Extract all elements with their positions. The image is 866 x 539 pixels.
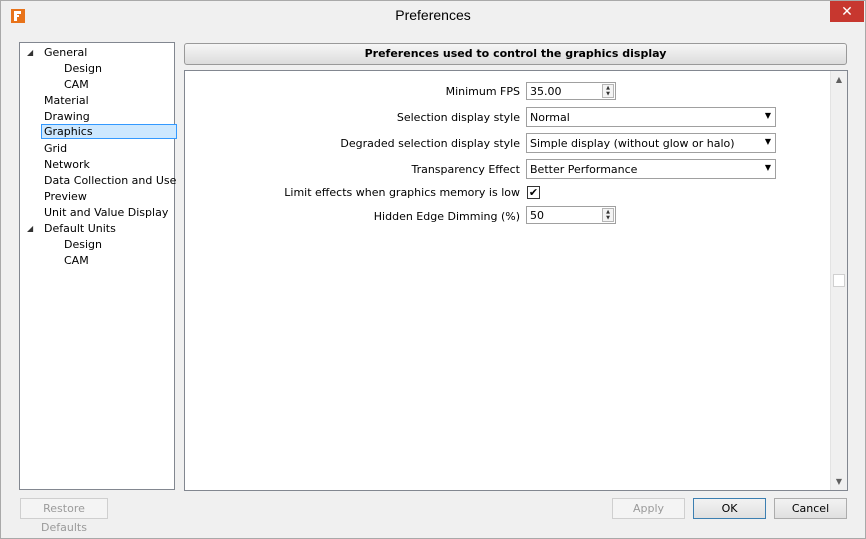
edge-dimming-value: 50 <box>530 209 544 222</box>
tree-item-preview[interactable]: Preview <box>42 189 89 204</box>
chevron-down-icon: ▼ <box>764 137 771 146</box>
transparency-dropdown[interactable]: Better Performance ▼ <box>526 159 776 179</box>
min-fps-value: 35.00 <box>530 85 562 98</box>
limit-effects-checkbox[interactable]: ✔ <box>527 186 540 199</box>
tree-item-general[interactable]: General <box>42 45 89 60</box>
tree-item-default-units-cam[interactable]: CAM <box>62 253 91 268</box>
tree-item-unit-value-display[interactable]: Unit and Value Display <box>42 205 170 220</box>
spin-down-icon[interactable]: ▼ <box>603 91 613 97</box>
collapse-default-units-icon[interactable]: ◢ <box>27 224 33 233</box>
tree-item-default-units[interactable]: Default Units <box>42 221 118 236</box>
checkmark-icon: ✔ <box>528 186 539 199</box>
tree-item-material[interactable]: Material <box>42 93 91 108</box>
tree-item-general-design[interactable]: Design <box>62 61 104 76</box>
selection-style-dropdown[interactable]: Normal ▼ <box>526 107 776 127</box>
window-title: Preferences <box>395 7 471 23</box>
close-button[interactable]: ✕ <box>830 1 864 22</box>
chevron-down-icon: ▼ <box>764 111 771 120</box>
degraded-style-value: Simple display (without glow or halo) <box>530 137 735 150</box>
ok-button[interactable]: OK <box>693 498 766 519</box>
tree-item-data-collection[interactable]: Data Collection and Use <box>42 173 178 188</box>
degraded-style-dropdown[interactable]: Simple display (without glow or halo) ▼ <box>526 133 776 153</box>
close-icon: ✕ <box>841 3 853 20</box>
vertical-scrollbar[interactable]: ▲ ▼ <box>830 71 847 490</box>
scroll-down-icon[interactable]: ▼ <box>831 474 847 490</box>
restore-defaults-button[interactable]: Restore Defaults <box>20 498 108 534</box>
panel-header: Preferences used to control the graphics… <box>184 43 847 65</box>
tree-item-drawing[interactable]: Drawing <box>42 109 92 124</box>
min-fps-spinner[interactable]: 35.00 ▲ ▼ <box>526 82 616 100</box>
limit-effects-label: Limit effects when graphics memory is lo… <box>284 186 520 199</box>
title-bar: Preferences ✕ <box>1 1 865 33</box>
tree-item-general-cam[interactable]: CAM <box>62 77 91 92</box>
spin-down-icon[interactable]: ▼ <box>603 215 613 221</box>
cancel-button[interactable]: Cancel <box>774 498 847 519</box>
chevron-down-icon: ▼ <box>764 163 771 172</box>
degraded-style-label: Degraded selection display style <box>340 137 520 150</box>
apply-button[interactable]: Apply <box>612 498 685 519</box>
min-fps-label: Minimum FPS <box>445 85 520 98</box>
selection-style-value: Normal <box>530 111 570 124</box>
collapse-general-icon[interactable]: ◢ <box>27 48 33 57</box>
scroll-thumb[interactable] <box>833 274 845 287</box>
settings-panel: Minimum FPS 35.00 ▲ ▼ Selection display … <box>184 70 848 491</box>
transparency-value: Better Performance <box>530 163 638 176</box>
tree-item-default-units-design[interactable]: Design <box>62 237 104 252</box>
preferences-window: Preferences ✕ ◢ General Design CAM Mater… <box>0 0 866 539</box>
category-tree[interactable]: ◢ General Design CAM Material Drawing Gr… <box>19 42 178 490</box>
scroll-up-icon[interactable]: ▲ <box>831 72 847 88</box>
tree-item-graphics[interactable]: Graphics <box>41 124 177 139</box>
edge-dimming-label: Hidden Edge Dimming (%) <box>373 210 520 223</box>
selection-style-label: Selection display style <box>396 111 520 124</box>
edge-dimming-spinner[interactable]: 50 ▲ ▼ <box>526 206 616 224</box>
transparency-label: Transparency Effect <box>411 163 520 176</box>
tree-item-grid[interactable]: Grid <box>42 141 69 156</box>
tree-item-network[interactable]: Network <box>42 157 92 172</box>
